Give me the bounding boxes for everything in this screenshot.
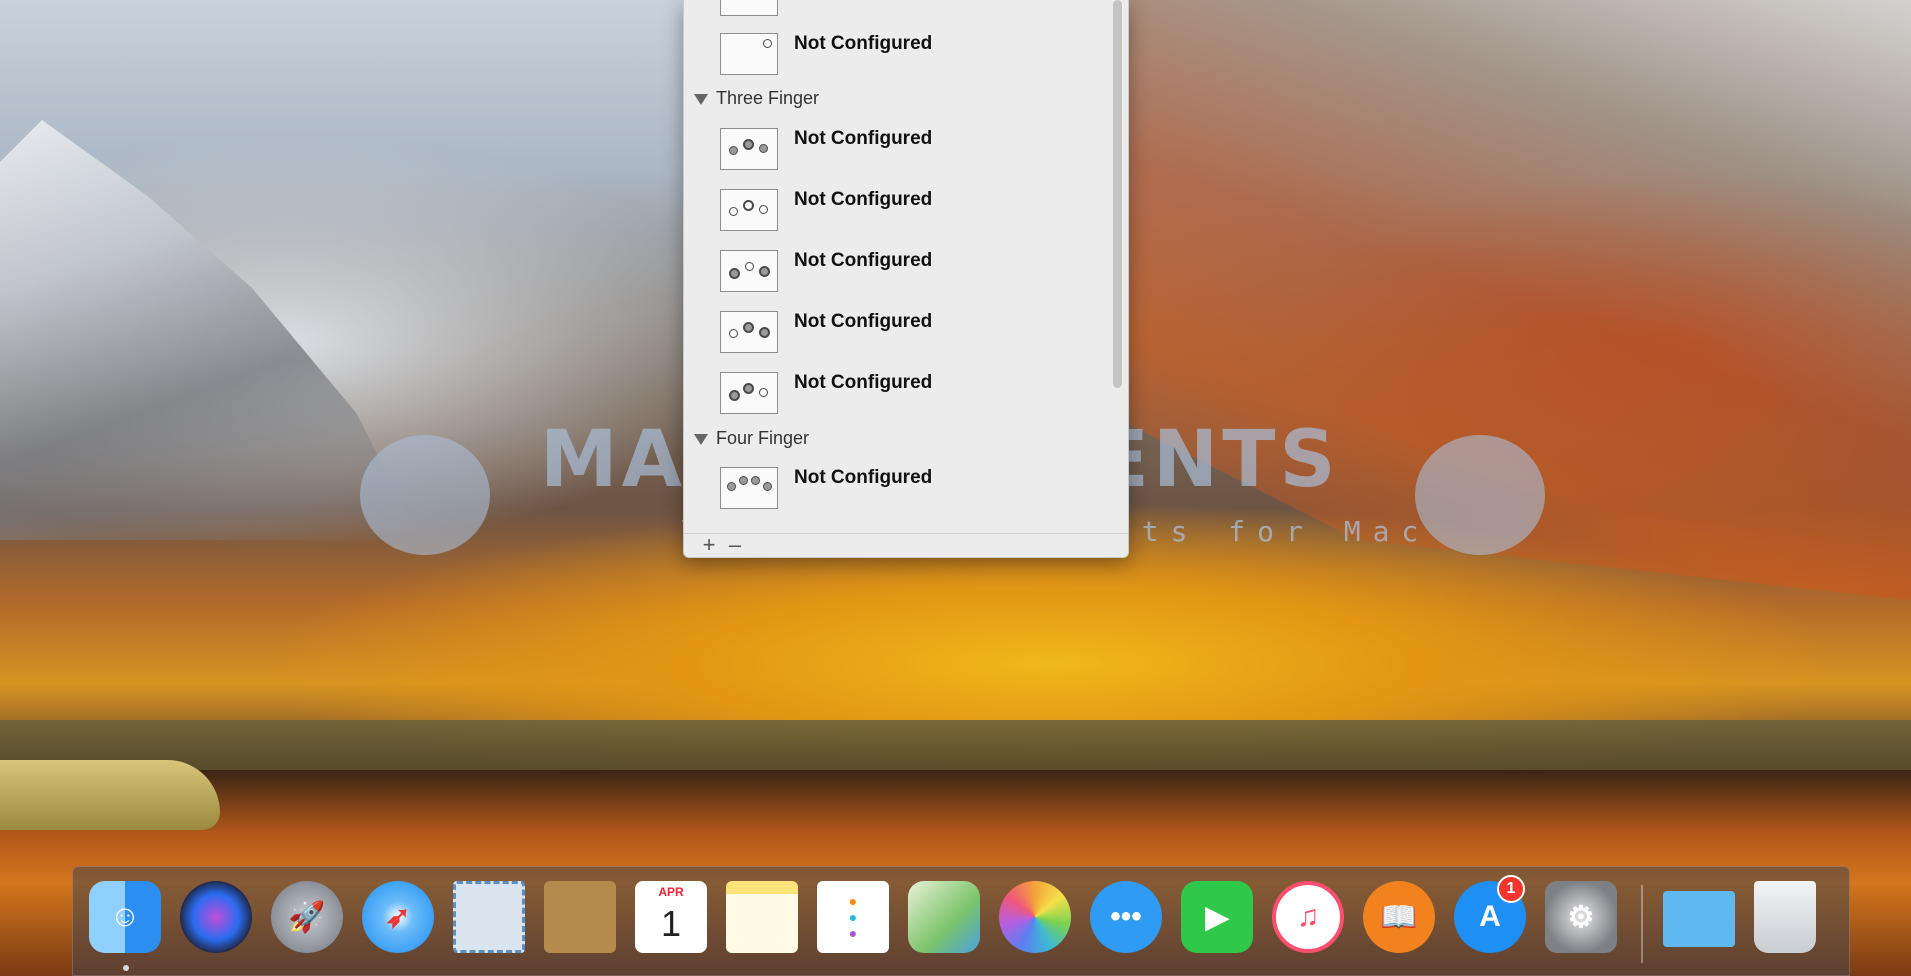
- gesture-list-panel: Not Configured Three Finger Not Configur…: [683, 0, 1129, 558]
- dock: ☺ 🚀 ➶ APR 1 ● ● ● ••• ▶ ♫ 📖 A 1 ⚙: [72, 866, 1850, 976]
- siri-icon[interactable]: [180, 881, 252, 953]
- running-indicator: [123, 965, 129, 971]
- section-four-finger[interactable]: Four Finger: [694, 428, 809, 454]
- three-finger-hollow-icon: [720, 189, 778, 231]
- section-three-finger[interactable]: Three Finger: [694, 88, 819, 114]
- reminders-icon[interactable]: ● ● ●: [817, 881, 889, 953]
- gesture-label: Not Configured: [794, 189, 933, 210]
- trash-icon[interactable]: [1754, 881, 1816, 953]
- gesture-row[interactable]: Not Configured: [720, 311, 1050, 361]
- gesture-row[interactable]: Not Configured: [720, 33, 1050, 83]
- calendar-month: APR: [658, 885, 684, 899]
- wallpaper-mountain-left: [0, 120, 420, 540]
- gesture-label: Not Configured: [794, 311, 933, 332]
- three-finger-middle-icon: [720, 250, 778, 292]
- gesture-row[interactable]: Not Configured: [720, 250, 1050, 300]
- contacts-icon[interactable]: [544, 881, 616, 953]
- gesture-row[interactable]: Not Configured: [720, 467, 1050, 517]
- messages-icon[interactable]: •••: [1090, 881, 1162, 953]
- calendar-day: 1: [660, 903, 682, 944]
- gesture-label: Not Configured: [794, 33, 933, 54]
- gesture-row[interactable]: [720, 0, 1050, 24]
- finder-icon[interactable]: ☺: [89, 881, 161, 953]
- maps-icon[interactable]: [908, 881, 980, 953]
- gesture-label: Not Configured: [794, 128, 933, 149]
- gesture-label: Not Configured: [794, 372, 933, 393]
- facetime-icon[interactable]: ▶: [1181, 881, 1253, 953]
- disclosure-triangle-icon[interactable]: [694, 433, 708, 445]
- remove-gesture-button[interactable]: –: [724, 534, 746, 556]
- mail-icon[interactable]: [453, 881, 525, 953]
- four-finger-tap-icon: [720, 467, 778, 509]
- one-finger-tap-icon: [720, 33, 778, 75]
- gesture-row[interactable]: Not Configured: [720, 128, 1050, 178]
- gesture-row[interactable]: Not Configured: [720, 372, 1050, 422]
- three-finger-left-icon: [720, 372, 778, 414]
- gesture-row[interactable]: Not Configured: [720, 189, 1050, 239]
- ibooks-icon[interactable]: 📖: [1363, 881, 1435, 953]
- dock-separator: [1641, 885, 1643, 963]
- gesture-label: Not Configured: [794, 250, 933, 271]
- gesture-label: Not Configured: [794, 467, 933, 488]
- notes-icon[interactable]: [726, 881, 798, 953]
- panel-toolbar: + –: [684, 533, 1128, 557]
- wallpaper-mountain-right: [1120, 0, 1911, 600]
- wallpaper-shore: [0, 720, 1911, 775]
- scrollbar[interactable]: [1113, 0, 1122, 388]
- section-title: Three Finger: [716, 88, 820, 108]
- app-store-badge: 1: [1497, 875, 1525, 903]
- safari-icon[interactable]: ➶: [362, 881, 434, 953]
- section-title: Four Finger: [716, 428, 810, 448]
- three-finger-tap-icon: [720, 128, 778, 170]
- disclosure-triangle-icon[interactable]: [694, 93, 708, 105]
- gesture-thumb-icon: [720, 0, 778, 16]
- photos-icon[interactable]: [999, 881, 1071, 953]
- folder-icon[interactable]: [1663, 891, 1735, 947]
- three-finger-right-icon: [720, 311, 778, 353]
- calendar-icon[interactable]: APR 1: [635, 881, 707, 953]
- system-preferences-icon[interactable]: ⚙: [1545, 881, 1617, 953]
- wallpaper-shore-left: [0, 760, 220, 830]
- itunes-icon[interactable]: ♫: [1272, 881, 1344, 953]
- add-gesture-button[interactable]: +: [698, 534, 720, 556]
- launchpad-icon[interactable]: 🚀: [271, 881, 343, 953]
